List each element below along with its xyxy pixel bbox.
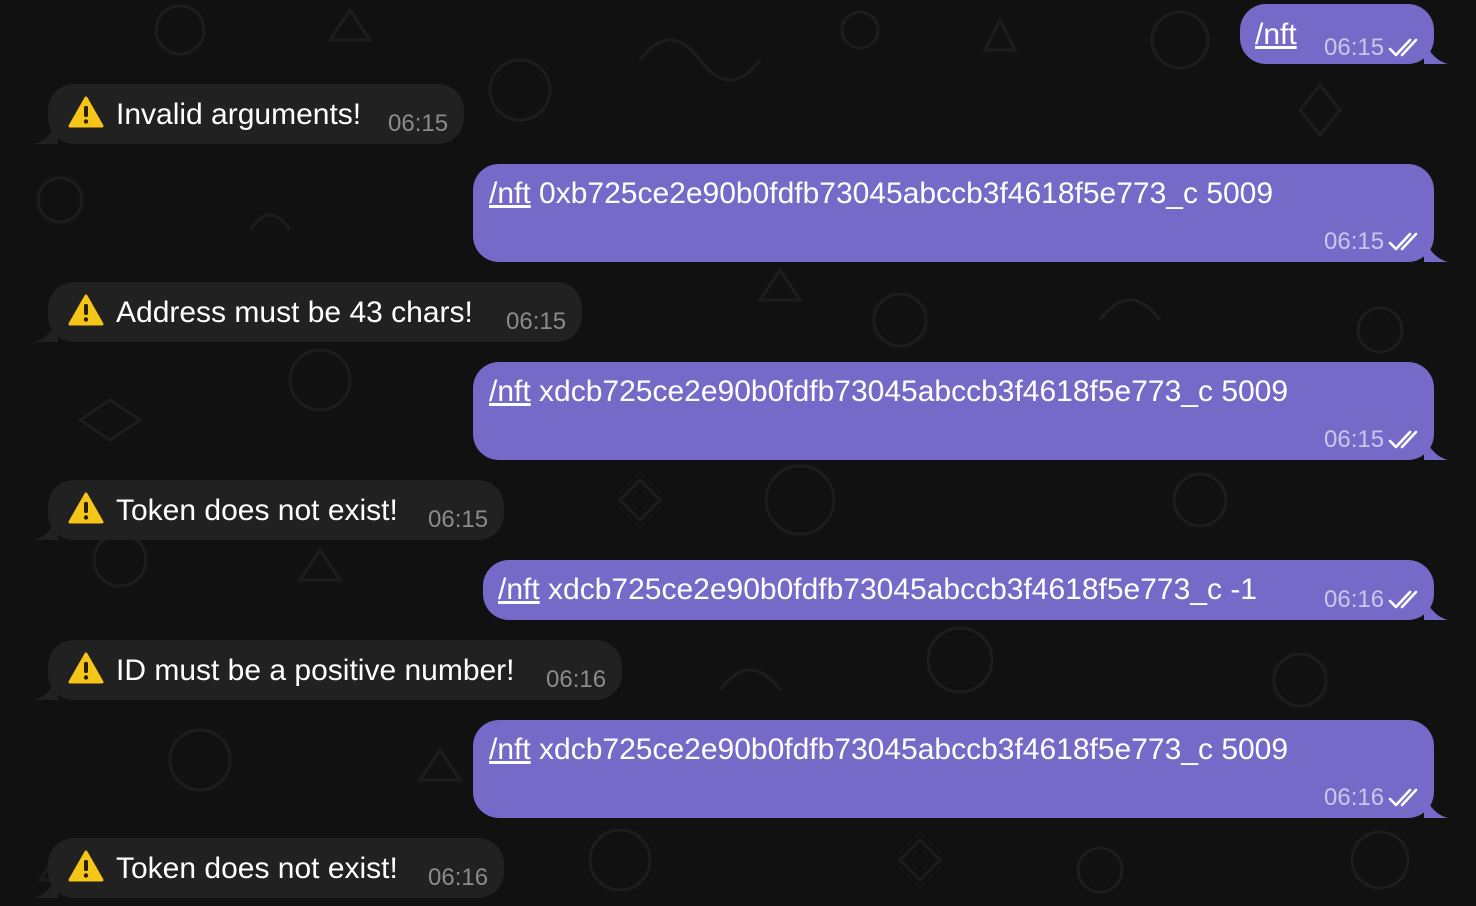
message-time: 06:15 bbox=[1324, 34, 1385, 61]
message-text: xdcb725ce2e90b0fdfb73045abccb3f4618f5e77… bbox=[548, 573, 1257, 606]
message-time: 06:16 bbox=[1324, 586, 1385, 613]
command-link[interactable]: /nft bbox=[489, 733, 531, 766]
message-time: 06:15 bbox=[1324, 228, 1385, 255]
double-check-icon bbox=[1388, 788, 1418, 807]
warning-icon bbox=[68, 96, 104, 128]
message-text: xdcb725ce2e90b0fdfb73045abccb3f4618f5e77… bbox=[539, 375, 1289, 408]
command-link[interactable]: /nft bbox=[1255, 18, 1297, 51]
outgoing-message[interactable]: /nft xdcb725ce2e90b0fdfb73045abccb3f4618… bbox=[473, 362, 1448, 460]
double-check-icon bbox=[1388, 38, 1418, 57]
outgoing-message[interactable]: /nft xdcb725ce2e90b0fdfb73045abccb3f4618… bbox=[473, 720, 1448, 818]
message-text: 0xb725ce2e90b0fdfb73045abccb3f4618f5e773… bbox=[539, 177, 1274, 210]
incoming-message[interactable]: ID must be a positive number! 06:16 bbox=[34, 640, 622, 700]
warning-icon bbox=[68, 294, 104, 326]
warning-icon bbox=[68, 850, 104, 882]
command-link[interactable]: /nft bbox=[489, 177, 531, 210]
message-text: Address must be 43 chars! bbox=[116, 296, 473, 329]
message-time: 06:15 bbox=[1324, 426, 1385, 453]
command-link[interactable]: /nft bbox=[498, 573, 540, 606]
message-text: Token does not exist! bbox=[116, 494, 398, 527]
message-text: ID must be a positive number! bbox=[116, 654, 515, 687]
chat-window: /nft 06:15 Invalid arguments! 06:15 /nft… bbox=[0, 0, 1476, 906]
incoming-message[interactable]: Invalid arguments! 06:15 bbox=[34, 84, 464, 144]
double-check-icon bbox=[1388, 232, 1418, 251]
outgoing-message[interactable]: /nft 0xb725ce2e90b0fdfb73045abccb3f4618f… bbox=[473, 164, 1448, 262]
message-time: 06:16 bbox=[546, 666, 607, 693]
message-text: xdcb725ce2e90b0fdfb73045abccb3f4618f5e77… bbox=[539, 733, 1289, 766]
message-time: 06:16 bbox=[1324, 784, 1385, 811]
message-text: Invalid arguments! bbox=[116, 98, 362, 131]
message-time: 06:15 bbox=[506, 308, 567, 335]
outgoing-message[interactable]: /nft xdcb725ce2e90b0fdfb73045abccb3f4618… bbox=[483, 560, 1448, 620]
message-time: 06:15 bbox=[428, 506, 489, 533]
warning-icon bbox=[68, 492, 104, 524]
command-link[interactable]: /nft bbox=[489, 375, 531, 408]
incoming-message[interactable]: Token does not exist! 06:15 bbox=[34, 480, 504, 540]
warning-icon bbox=[68, 652, 104, 684]
incoming-message[interactable]: Address must be 43 chars! 06:15 bbox=[34, 282, 582, 342]
message-text: Token does not exist! bbox=[116, 852, 398, 885]
double-check-icon bbox=[1388, 590, 1418, 609]
outgoing-message[interactable]: /nft 06:15 bbox=[1240, 4, 1448, 64]
message-time: 06:15 bbox=[388, 110, 449, 137]
double-check-icon bbox=[1388, 430, 1418, 449]
incoming-message[interactable]: Token does not exist! 06:16 bbox=[34, 838, 504, 898]
message-time: 06:16 bbox=[428, 864, 489, 891]
